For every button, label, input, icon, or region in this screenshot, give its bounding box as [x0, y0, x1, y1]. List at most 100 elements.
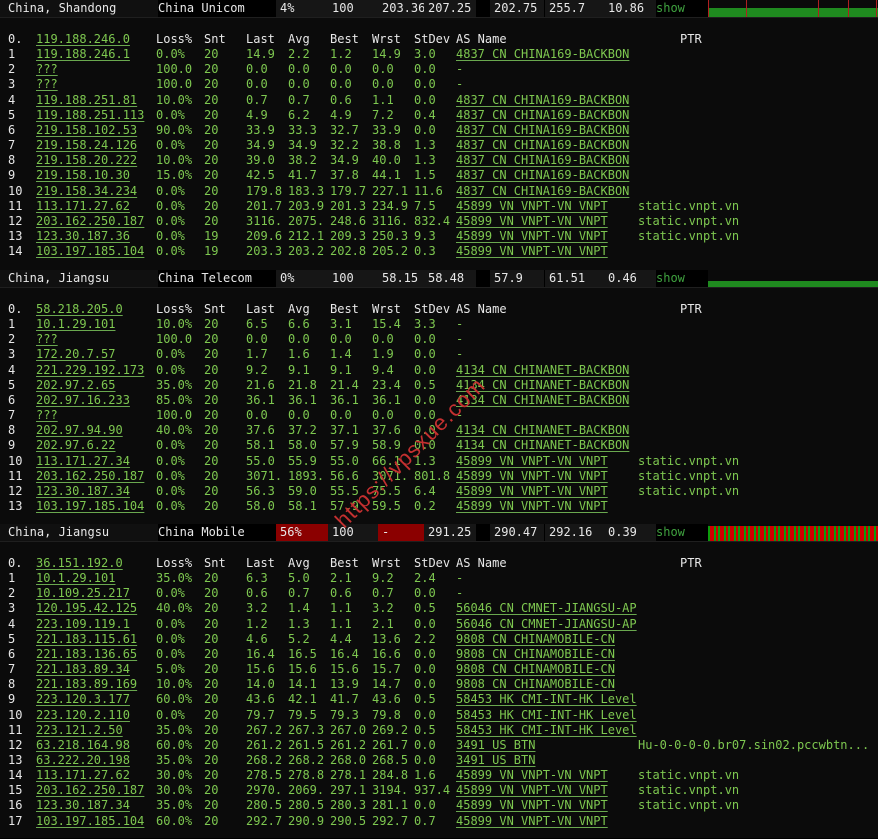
hop-ip[interactable]: 103.197.185.104	[36, 814, 144, 829]
hop-as-name[interactable]: 4134 CN CHINANET-BACKBON	[456, 438, 629, 453]
hop-row: 9 223.120.3.177 60.0% 20 43.6 42.1 41.7 43.6 0.5…	[0, 692, 878, 707]
hop-last: 0.0	[246, 408, 268, 423]
hop-ip[interactable]: 223.121.2.50	[36, 723, 123, 738]
sparkline-spike	[746, 0, 747, 17]
hop-as-name[interactable]: 45899 VN VNPT-VN VNPT	[456, 768, 608, 783]
hop-ip[interactable]: 221.183.136.65	[36, 647, 137, 662]
hop-ip[interactable]: 123.30.187.34	[36, 484, 130, 499]
hop-as-name[interactable]: 4837 CN CHINA169-BACKBON	[456, 184, 629, 199]
hop-as-name[interactable]: 4837 CN CHINA169-BACKBON	[456, 138, 629, 153]
hop-ip[interactable]: 119.188.246.1	[36, 47, 130, 62]
hop-ip[interactable]: 223.120.2.110	[36, 708, 130, 723]
hop-as-name[interactable]: 4837 CN CHINA169-BACKBON	[456, 168, 629, 183]
hop-ip[interactable]: 119.188.251.81	[36, 93, 137, 108]
hop-worst: 40.0	[372, 153, 401, 168]
hop-as-name[interactable]: 56046 CN CMNET-JIANGSU-AP	[456, 617, 637, 632]
hop-ip[interactable]: 123.30.187.34	[36, 798, 130, 813]
hop-as-name[interactable]: 9808 CN CHINAMOBILE-CN	[456, 662, 615, 677]
hop-as-name[interactable]: -	[456, 77, 463, 92]
hop-ip[interactable]: 103.197.185.104	[36, 499, 144, 514]
hop-number: 12	[8, 737, 23, 752]
hop-as-name[interactable]: 9808 CN CHINAMOBILE-CN	[456, 677, 615, 692]
hop-as-name[interactable]: 45899 VN VNPT-VN VNPT	[456, 454, 608, 469]
hop-as-name[interactable]: -	[456, 332, 463, 347]
hop-stdev: 0.5	[414, 692, 436, 707]
hop-as-name[interactable]: 45899 VN VNPT-VN VNPT	[456, 499, 608, 514]
hop-last: 0.6	[246, 586, 268, 601]
hop-as-name[interactable]: 45899 VN VNPT-VN VNPT	[456, 244, 608, 259]
hop-as-name[interactable]: 58453 HK CMI-INT-HK Level	[456, 723, 637, 738]
hop-as-name[interactable]: 9808 CN CHINAMOBILE-CN	[456, 647, 615, 662]
show-link[interactable]: show	[656, 0, 706, 17]
hop-as-name[interactable]: 45899 VN VNPT-VN VNPT	[456, 783, 608, 798]
hop-as-name[interactable]: 58453 HK CMI-INT-HK Level	[456, 708, 637, 723]
hop-as-name[interactable]: 4134 CN CHINANET-BACKBON	[456, 363, 629, 378]
hop-as-name[interactable]: 4837 CN CHINA169-BACKBON	[456, 153, 629, 168]
hop-number: 13	[8, 498, 23, 513]
hop-ip[interactable]: 203.162.250.187	[36, 214, 144, 229]
hop-ip[interactable]: 219.158.24.126	[36, 138, 137, 153]
hop-as-name[interactable]: -	[456, 317, 463, 332]
hop-ip[interactable]: 113.171.27.62	[36, 768, 130, 783]
hop-ip[interactable]: 203.162.250.187	[36, 469, 144, 484]
hop-ip[interactable]: 202.97.6.22	[36, 438, 115, 453]
hop-ip[interactable]: 221.183.89.169	[36, 677, 137, 692]
hop-ip[interactable]: 103.197.185.104	[36, 244, 144, 259]
hop-ip[interactable]: ???	[36, 332, 58, 347]
hop-as-name[interactable]: 3491 US BTN	[456, 753, 535, 768]
hop-as-name[interactable]: 56046 CN CMNET-JIANGSU-AP	[456, 601, 637, 616]
show-link[interactable]: show	[656, 524, 706, 541]
hop-as-name[interactable]: 45899 VN VNPT-VN VNPT	[456, 229, 608, 244]
hop-ip[interactable]: 63.218.164.98	[36, 738, 130, 753]
hop-ip[interactable]: 221.229.192.173	[36, 363, 144, 378]
hop-ip[interactable]: 113.171.27.34	[36, 454, 130, 469]
hop-ip[interactable]: 172.20.7.57	[36, 347, 115, 362]
hop-as-name[interactable]: 4837 CN CHINA169-BACKBON	[456, 108, 629, 123]
hop-as-name[interactable]: 45899 VN VNPT-VN VNPT	[456, 814, 608, 829]
hop-ip[interactable]: 202.97.16.233	[36, 393, 130, 408]
hop-ip[interactable]: 219.158.34.234	[36, 184, 137, 199]
hop-ip[interactable]: 120.195.42.125	[36, 601, 137, 616]
show-link[interactable]: show	[656, 270, 706, 287]
hop-as-name[interactable]: 58453 HK CMI-INT-HK Level	[456, 692, 637, 707]
hop-as-name[interactable]: 4837 CN CHINA169-BACKBON	[456, 93, 629, 108]
hop-ip[interactable]: 123.30.187.36	[36, 229, 130, 244]
hop-as-name[interactable]: -	[456, 62, 463, 77]
hop-ip[interactable]: 202.97.2.65	[36, 378, 115, 393]
hop-ip[interactable]: 219.158.20.222	[36, 153, 137, 168]
hop-ip[interactable]: 219.158.10.30	[36, 168, 130, 183]
hop-row: 7 221.183.89.34 5.0% 20 15.6 15.6 15.6 15.7 0.0 9…	[0, 662, 878, 677]
hop-ip[interactable]: 202.97.94.90	[36, 423, 123, 438]
hop-as-name[interactable]: -	[456, 347, 463, 362]
hop-ip[interactable]: ???	[36, 408, 58, 423]
hop-as-name[interactable]: 4134 CN CHINANET-BACKBON	[456, 423, 629, 438]
hop-ip[interactable]: 113.171.27.62	[36, 199, 130, 214]
hop-as-name[interactable]: 4837 CN CHINA169-BACKBON	[456, 47, 629, 62]
hop-as-name[interactable]: 45899 VN VNPT-VN VNPT	[456, 469, 608, 484]
hop-ip[interactable]: 10.1.29.101	[36, 317, 115, 332]
hop-ip[interactable]: ???	[36, 77, 58, 92]
hop-as-name[interactable]: 4837 CN CHINA169-BACKBON	[456, 123, 629, 138]
hop-ip[interactable]: 10.109.25.217	[36, 586, 130, 601]
hop-as-name[interactable]: 45899 VN VNPT-VN VNPT	[456, 199, 608, 214]
hop-ip[interactable]: ???	[36, 62, 58, 77]
hop-as-name[interactable]: 9808 CN CHINAMOBILE-CN	[456, 632, 615, 647]
hop-as-name[interactable]: 3491 US BTN	[456, 738, 535, 753]
location-label: China, Shandong	[0, 0, 158, 17]
hop-as-name[interactable]: -	[456, 571, 463, 586]
hop-ip[interactable]: 219.158.102.53	[36, 123, 137, 138]
hop-as-name[interactable]: -	[456, 586, 463, 601]
hop-ip[interactable]: 221.183.89.34	[36, 662, 130, 677]
hop-ip[interactable]: 203.162.250.187	[36, 783, 144, 798]
hop-ip[interactable]: 10.1.29.101	[36, 571, 115, 586]
hop-ip[interactable]: 223.109.119.1	[36, 617, 130, 632]
hop-as-name[interactable]: 45899 VN VNPT-VN VNPT	[456, 484, 608, 499]
hop-ip[interactable]: 119.188.251.113	[36, 108, 144, 123]
hop-worst: 250.3	[372, 228, 409, 243]
hop-as-name[interactable]: 45899 VN VNPT-VN VNPT	[456, 214, 608, 229]
hop-ip[interactable]: 221.183.115.61	[36, 632, 137, 647]
hop-ip[interactable]: 63.222.20.198	[36, 753, 130, 768]
hop-as-name[interactable]: 45899 VN VNPT-VN VNPT	[456, 798, 608, 813]
hop-last: 267.2	[246, 722, 283, 737]
hop-ip[interactable]: 223.120.3.177	[36, 692, 130, 707]
